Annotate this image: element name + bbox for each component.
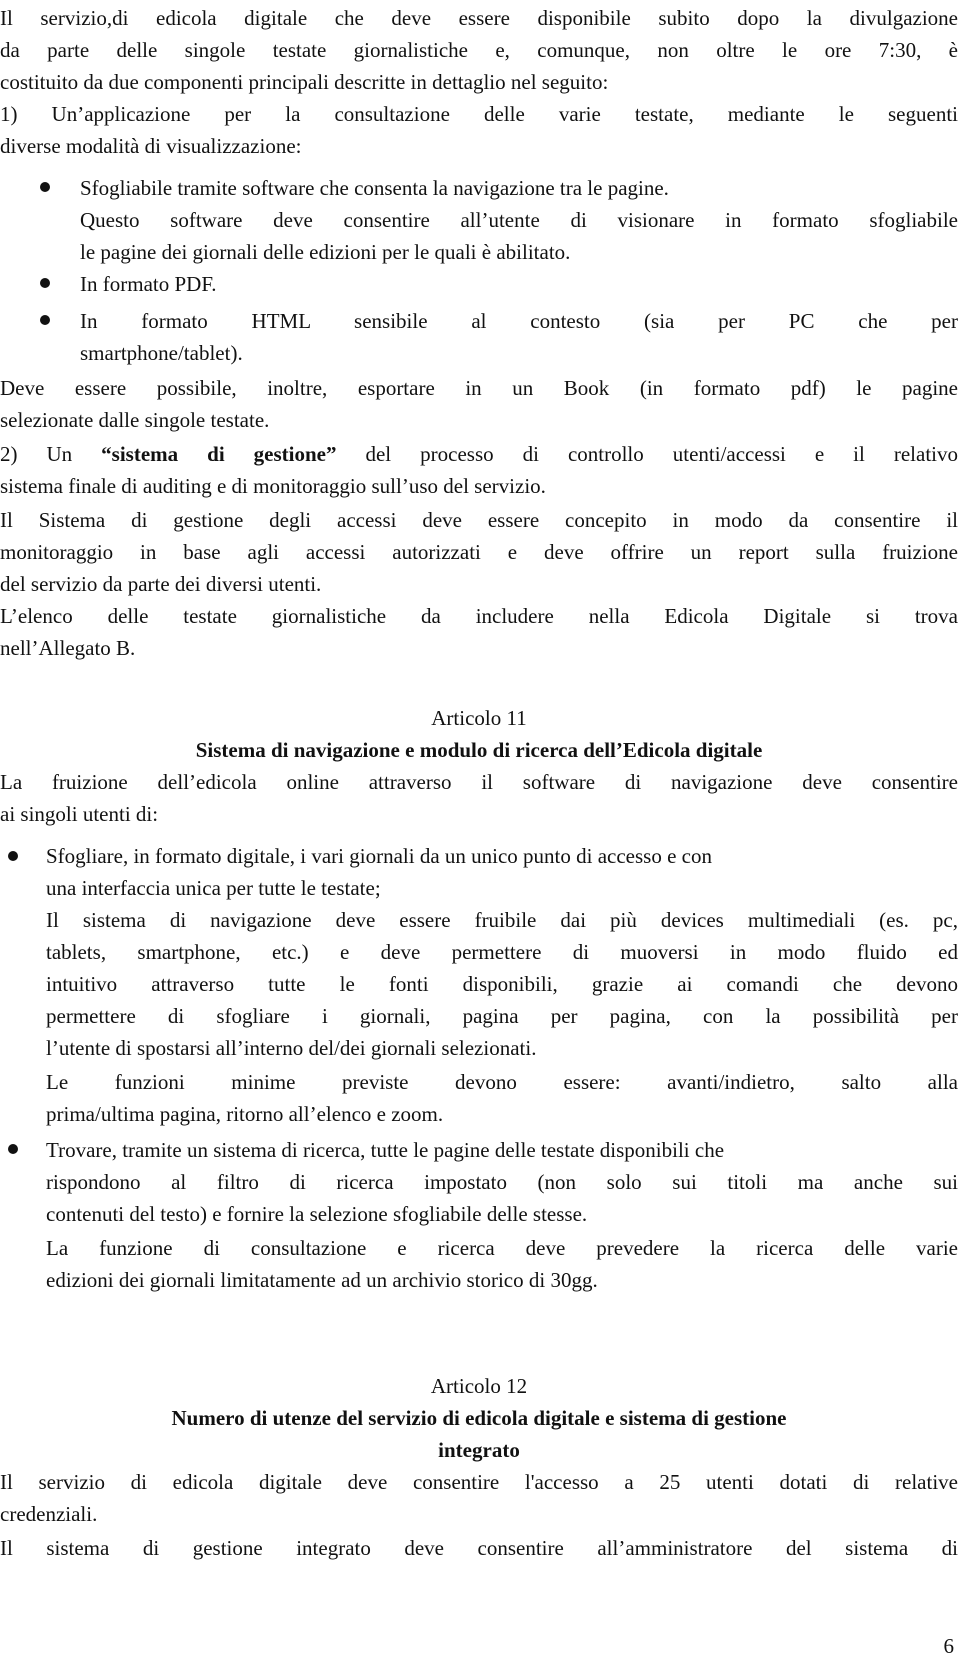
art11-intro-line: La fruizione dell’edicola online attrave… xyxy=(0,770,958,794)
article-number: Articolo 11 xyxy=(431,706,527,730)
allegato-line: nell’Allegato B. xyxy=(0,636,136,660)
bullet-icon xyxy=(8,1144,18,1154)
list-item-line: l’utente di spostarsi all’interno del/de… xyxy=(46,1036,537,1060)
bullet-icon xyxy=(40,182,50,192)
export-line: Deve essere possibile, inoltre, esportar… xyxy=(0,376,958,400)
item2-line: sistema finale di auditing e di monitora… xyxy=(0,474,546,498)
list-item-line: Le funzioni minime previste devono esser… xyxy=(46,1070,958,1094)
export-line: selezionate dalle singole testate. xyxy=(0,408,270,432)
page-number: 6 xyxy=(943,1634,955,1658)
intro-line: da parte delle singole testate giornalis… xyxy=(0,38,958,62)
intro-line: diverse modalità di visualizzazione: xyxy=(0,134,302,158)
article-title: Sistema di navigazione e modulo di ricer… xyxy=(195,738,763,762)
list-item-line: contenuti del testo) e fornire la selezi… xyxy=(46,1202,588,1226)
list-item-line: La funzione di consultazione e ricerca d… xyxy=(46,1236,958,1260)
intro-line: Il servizio,di edicola digitale che deve… xyxy=(0,6,958,30)
allegato-line: L’elenco delle testate giornalistiche da… xyxy=(0,604,958,628)
art12-body-line: Il servizio di edicola digitale deve con… xyxy=(0,1470,958,1494)
list-item-line: In formato HTML sensibile al contesto (s… xyxy=(80,309,958,333)
bullet-icon xyxy=(40,315,50,325)
list-item-line: una interfaccia unica per tutte le testa… xyxy=(46,876,381,900)
item2-line: 2) Un “sistema di gestione” del processo… xyxy=(0,438,958,470)
bullet-icon xyxy=(40,278,50,288)
art12-body-line: credenziali. xyxy=(0,1502,98,1526)
bullet-icon xyxy=(8,851,18,861)
list-item-line: Sfogliabile tramite software che consent… xyxy=(80,176,669,200)
item2-prefix: 2) Un xyxy=(0,442,102,466)
intro-line: 1) Un’applicazione per la consultazione … xyxy=(0,102,958,126)
access-line: Il Sistema di gestione degli accessi dev… xyxy=(0,508,958,532)
document-page: Il servizio,di edicola digitale che deve… xyxy=(0,0,960,1674)
list-item-line: tablets, smartphone, etc.) e deve permet… xyxy=(46,940,958,964)
item2-bold: “sistema di gestione” xyxy=(101,442,337,466)
list-item-line: edizioni dei giornali limitatamente ad u… xyxy=(46,1268,598,1292)
article-title: integrato xyxy=(438,1438,520,1462)
list-item-line: le pagine dei giornali delle edizioni pe… xyxy=(80,240,571,264)
item2-suffix: del processo di controllo utenti/accessi… xyxy=(336,442,958,466)
list-item-line: Il sistema di navigazione deve essere fr… xyxy=(46,908,958,932)
intro-line: costituito da due componenti principali … xyxy=(0,70,609,94)
list-item-line: smartphone/tablet). xyxy=(80,341,243,365)
list-item-line: Sfogliare, in formato digitale, i vari g… xyxy=(46,844,712,868)
list-item-line: permettere di sfogliare i giornali, pagi… xyxy=(46,1004,958,1028)
list-item-line: In formato PDF. xyxy=(80,272,217,296)
art12-body-line: Il sistema di gestione integrato deve co… xyxy=(0,1536,958,1560)
list-item-line: prima/ultima pagina, ritorno all’elenco … xyxy=(46,1102,444,1126)
list-item-line: intuitivo attraverso tutte le fonti disp… xyxy=(46,972,958,996)
access-line: del servizio da parte dei diversi utenti… xyxy=(0,572,322,596)
article-title: Numero di utenze del servizio di edicola… xyxy=(171,1406,787,1430)
list-item-line: rispondono al filtro di ricerca impostat… xyxy=(46,1170,958,1194)
access-line: monitoraggio in base agli accessi autori… xyxy=(0,540,958,564)
article-number: Articolo 12 xyxy=(430,1374,528,1398)
list-item-line: Trovare, tramite un sistema di ricerca, … xyxy=(46,1138,725,1162)
list-item-line: Questo software deve consentire all’uten… xyxy=(80,208,958,232)
art11-intro-line: ai singoli utenti di: xyxy=(0,802,159,826)
